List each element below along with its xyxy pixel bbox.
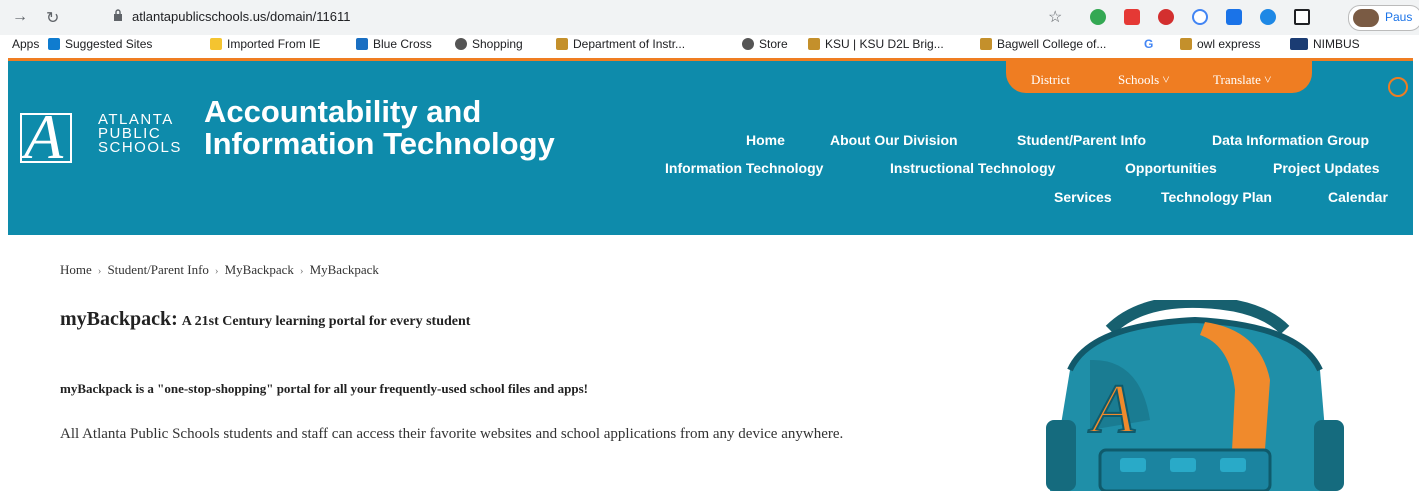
browser-toolbar: → ↻ atlantapublicschools.us/domain/11611…	[0, 0, 1419, 35]
nav-data-group[interactable]: Data Information Group	[1212, 132, 1369, 148]
site-title[interactable]: Accountability and Information Technolog…	[204, 96, 564, 160]
profile-label: Paus	[1385, 10, 1413, 24]
bookmark-label: Department of Instr...	[573, 37, 686, 51]
bookmark-item[interactable]: NIMBUS	[1290, 37, 1360, 51]
bookmark-label: Shopping	[472, 37, 523, 51]
extension-icon[interactable]	[1294, 9, 1310, 25]
breadcrumb-current: MyBackpack	[309, 262, 379, 277]
bookmark-label: NIMBUS	[1313, 37, 1360, 51]
chevron-right-icon: ›	[214, 265, 219, 277]
bookmark-item[interactable]: Imported From IE	[210, 37, 320, 51]
aps-logo[interactable]: A	[24, 105, 63, 169]
ksu-icon	[1180, 38, 1192, 50]
bookmark-item[interactable]: Store	[742, 37, 788, 51]
nav-home[interactable]: Home	[746, 132, 785, 148]
bookmark-label: Imported From IE	[227, 37, 321, 51]
reload-icon[interactable]: ↻	[46, 8, 59, 28]
globe-icon	[742, 38, 754, 50]
bookmark-label: owl express	[1197, 37, 1261, 51]
bookmark-label: Blue Cross	[373, 37, 432, 51]
bookmark-item[interactable]: KSU | KSU D2L Brig...	[808, 37, 944, 51]
extension-icon[interactable]	[1124, 9, 1140, 25]
breadcrumb-home[interactable]: Home	[60, 262, 92, 277]
bookmark-item[interactable]: owl express	[1180, 37, 1260, 51]
blue-cross-icon	[356, 38, 368, 50]
logo-line: SCHOOLS	[98, 139, 182, 156]
nav-instructional-technology[interactable]: Instructional Technology	[890, 160, 1055, 176]
bookmark-item[interactable]: Bagwell College of...	[980, 37, 1106, 51]
ksu-icon	[808, 38, 820, 50]
folder-icon	[210, 38, 222, 50]
extension-icon[interactable]	[1226, 9, 1242, 25]
extension-icon[interactable]	[1260, 9, 1276, 25]
bookmark-item[interactable]: Suggested Sites	[48, 37, 152, 51]
nav-calendar[interactable]: Calendar	[1328, 189, 1388, 205]
breadcrumb-mybackpack[interactable]: MyBackpack	[225, 262, 294, 277]
ksu-icon	[980, 38, 992, 50]
page-title-main: myBackpack:	[60, 308, 178, 330]
nimbus-icon	[1290, 38, 1308, 50]
site-header: A ATLANTA PUBLIC SCHOOLS Accountability …	[8, 58, 1413, 235]
user-icon[interactable]	[1388, 77, 1408, 97]
nav-project-updates[interactable]: Project Updates	[1273, 160, 1380, 176]
extension-icon[interactable]	[1192, 9, 1208, 25]
logo-text[interactable]: ATLANTA PUBLIC SCHOOLS	[98, 112, 182, 156]
bookmark-label: Suggested Sites	[65, 37, 153, 51]
profile-button[interactable]: Paus	[1348, 5, 1419, 31]
bookmark-star-icon[interactable]: ☆	[1048, 7, 1062, 27]
nav-information-technology[interactable]: Information Technology	[665, 160, 823, 176]
nav-technology-plan[interactable]: Technology Plan	[1161, 189, 1272, 205]
translate-dropdown[interactable]: Translate ˅	[1213, 72, 1272, 88]
avatar	[1353, 9, 1379, 27]
google-bookmark[interactable]: G	[1144, 37, 1153, 51]
nav-about[interactable]: About Our Division	[830, 132, 958, 148]
chevron-right-icon: ›	[299, 265, 304, 277]
nav-services[interactable]: Services	[1054, 189, 1112, 205]
svg-text:A: A	[1088, 371, 1135, 448]
district-link[interactable]: District	[1031, 72, 1070, 88]
page-title: myBackpack: A 21st Century learning port…	[60, 308, 470, 331]
address-url[interactable]: atlantapublicschools.us/domain/11611	[132, 9, 351, 24]
bookmark-item[interactable]: Department of Instr...	[556, 37, 685, 51]
extension-icon[interactable]	[1090, 9, 1106, 25]
bookmark-item[interactable]: Shopping	[455, 37, 523, 51]
bookmark-label: KSU | KSU D2L Brig...	[825, 37, 944, 51]
bookmarks-bar: Apps Suggested Sites Imported From IE Bl…	[0, 35, 1419, 55]
nav-opportunities[interactable]: Opportunities	[1125, 160, 1217, 176]
intro-text: myBackpack is a "one-stop-shopping" port…	[60, 381, 589, 396]
bookmark-item[interactable]: Blue Cross	[356, 37, 432, 51]
bookmark-label: Bagwell College of...	[997, 37, 1107, 51]
nav-student-parent[interactable]: Student/Parent Info	[1017, 132, 1146, 148]
globe-icon	[455, 38, 467, 50]
extension-icon[interactable]	[1158, 9, 1174, 25]
bookmark-label: Apps	[12, 37, 40, 51]
lock-icon	[114, 9, 122, 21]
bookmark-label: Store	[759, 37, 788, 51]
page-title-sub: A 21st Century learning portal for every…	[181, 314, 471, 329]
schools-dropdown[interactable]: Schools ˅	[1118, 72, 1170, 88]
bing-icon	[48, 38, 60, 50]
backpack-image: A	[1046, 300, 1344, 491]
bookmark-apps[interactable]: Apps	[12, 37, 39, 51]
body-text: All Atlanta Public Schools students and …	[60, 426, 844, 442]
breadcrumb: Home › Student/Parent Info › MyBackpack › MyBa…	[60, 262, 379, 278]
chevron-right-icon: ›	[97, 265, 102, 277]
ksu-icon	[556, 38, 568, 50]
utility-bar: District Schools ˅ Translate ˅	[1006, 61, 1312, 93]
google-icon: G	[1144, 37, 1154, 51]
breadcrumb-student-parent[interactable]: Student/Parent Info	[107, 262, 208, 277]
forward-icon[interactable]: →	[12, 8, 28, 26]
